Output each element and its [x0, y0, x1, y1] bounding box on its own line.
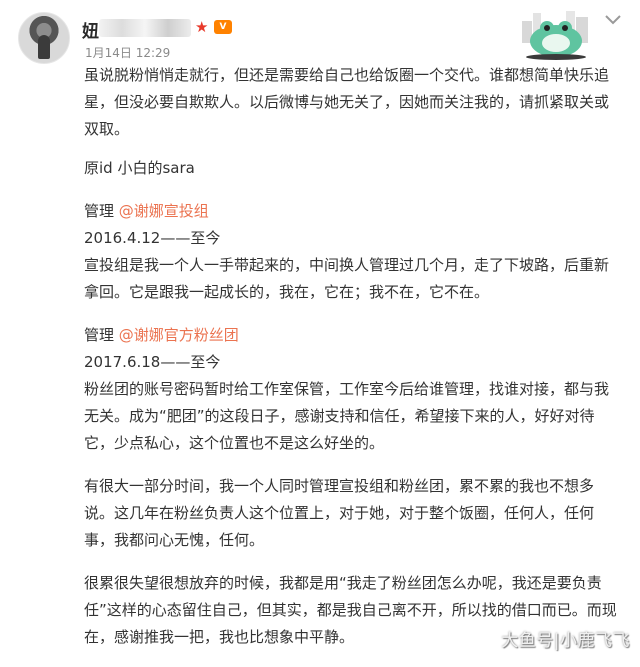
section-two-date: 2017.6.18——至今: [84, 353, 221, 371]
paragraph-management: 有很大一部分时间，我一个人同时管理宣投组和粉丝团，累不累的我也不想多说。这几年在…: [84, 477, 595, 549]
section-one-text: 宣投组是我一个人一手带起来的，中间换人管理过几个月，走了下坡路，后重新拿回。它是…: [84, 256, 610, 301]
watermark: 大鱼号|小鹿飞飞: [501, 631, 630, 651]
author-name[interactable]: 妞: [82, 17, 100, 42]
section-two-text: 粉丝团的账号密码暂时给工作室保管，工作室今后给谁管理，找谁对接，都与我无关。成为…: [84, 380, 610, 452]
post-header: 妞 ★ V 1月14日 12:29: [0, 0, 640, 70]
author-name-redacted: [99, 19, 191, 37]
post-body: 虽说脱粉悄悄走就行，但还是需要给自己也给饭圈一个交代。谁都想简单快乐追星，但没必…: [84, 62, 619, 651]
manage-label: 管理: [84, 202, 119, 220]
section-one-heading: 管理 @谢娜宣投组: [84, 198, 619, 225]
frog-sticker-icon: [522, 11, 588, 60]
section-one-date: 2016.4.12——至今: [84, 229, 221, 247]
section-two-heading: 管理 @谢娜官方粉丝团: [84, 322, 619, 349]
paragraph-intro: 虽说脱粉悄悄走就行，但还是需要给自己也给饭圈一个交代。谁都想简单快乐追星，但没必…: [84, 66, 610, 138]
mention-link-xuantouzu[interactable]: @谢娜宣投组: [119, 202, 209, 220]
star-badge-icon: ★: [195, 18, 209, 36]
post-time[interactable]: 1月14日 12:29: [85, 44, 170, 61]
avatar[interactable]: [18, 12, 70, 64]
mention-link-fan-club[interactable]: @谢娜官方粉丝团: [119, 326, 239, 344]
vip-badge-icon: V: [214, 20, 232, 34]
manage-label: 管理: [84, 326, 119, 344]
chevron-down-icon[interactable]: [603, 12, 623, 28]
paragraph-original-id: 原id 小白的sara: [84, 159, 195, 177]
